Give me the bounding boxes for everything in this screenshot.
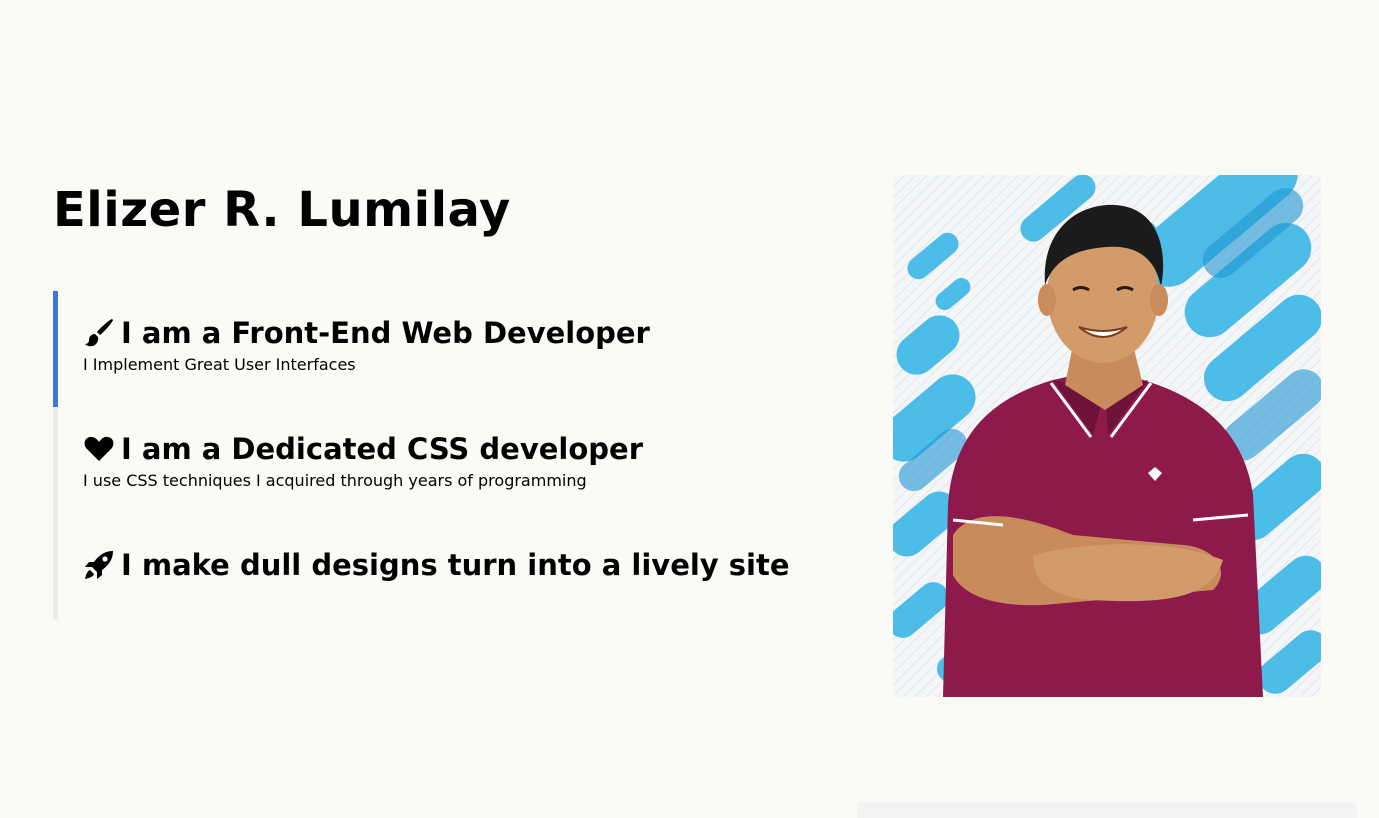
feature-item-css[interactable]: I am a Dedicated CSS developer I use CSS… — [83, 429, 823, 545]
feature-description: I use CSS techniques I acquired through … — [83, 471, 587, 490]
paint-brush-icon — [83, 317, 115, 349]
rocket-icon — [83, 549, 115, 581]
feature-description: I Implement Great User Interfaces — [83, 355, 356, 374]
profile-photo — [893, 175, 1321, 697]
feature-item-lively-site[interactable]: I make dull designs turn into a lively s… — [83, 545, 823, 661]
page: Elizer R. Lumilay I am a Front-End Web D… — [0, 0, 1379, 818]
page-title: Elizer R. Lumilay — [53, 182, 511, 238]
feature-title: I make dull designs turn into a lively s… — [121, 548, 790, 582]
heart-icon — [83, 433, 115, 465]
feature-list: I am a Front-End Web Developer I Impleme… — [53, 291, 813, 620]
feature-rail-active-indicator — [53, 291, 58, 407]
feature-item-front-end[interactable]: I am a Front-End Web Developer I Impleme… — [83, 313, 823, 429]
feature-title: I am a Front-End Web Developer — [121, 316, 650, 350]
feature-title: I am a Dedicated CSS developer — [121, 432, 643, 466]
next-section-card — [857, 802, 1357, 818]
